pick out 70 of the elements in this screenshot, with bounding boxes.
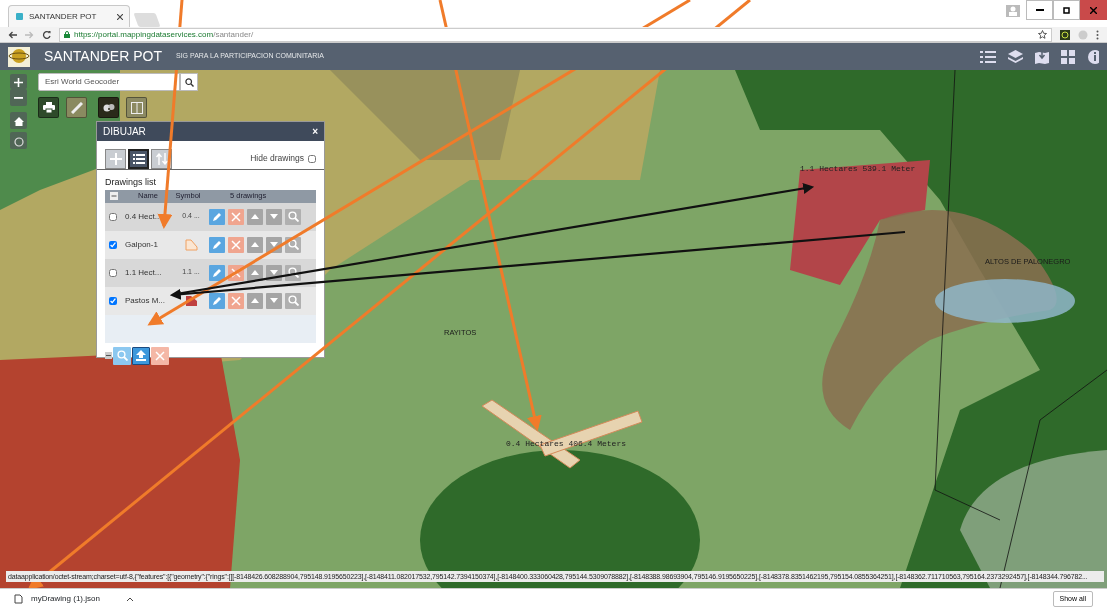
caret-icon[interactable] (125, 596, 134, 602)
circles-icon[interactable] (102, 102, 115, 113)
drawing-name: 1.1 Hect... (125, 266, 163, 279)
menu-icon[interactable] (1096, 29, 1099, 40)
row-checkbox[interactable] (109, 212, 117, 221)
caret-up-icon[interactable] (251, 242, 259, 247)
list-title: Drawings list (105, 176, 157, 189)
minus-icon[interactable] (14, 97, 23, 101)
caret-up-icon[interactable] (251, 214, 259, 219)
globe-logo-icon (8, 46, 30, 67)
draw-tools-button[interactable] (98, 97, 119, 118)
lock-icon (64, 31, 70, 38)
caret-up-icon[interactable] (251, 298, 259, 303)
move-up-button[interactable] (247, 264, 263, 281)
home-icon[interactable] (13, 117, 24, 127)
caret-down-icon[interactable] (270, 298, 278, 303)
export-button[interactable] (132, 346, 150, 365)
search-icon[interactable] (184, 77, 194, 87)
drawings-list-tab[interactable] (128, 149, 149, 169)
panel-title: DIBUJAR (103, 125, 146, 139)
profile-icon[interactable] (1006, 5, 1020, 17)
reload-icon[interactable] (42, 30, 51, 39)
browser-tab[interactable]: SANTANDER POT (8, 5, 130, 27)
grid-icon[interactable] (1061, 49, 1075, 64)
address-bar[interactable]: https://portal.mappingdataservices.com/santander/ (59, 27, 1052, 42)
row-checkbox[interactable] (109, 240, 117, 249)
app-title: SANTANDER POT (44, 47, 162, 66)
list-icon[interactable] (132, 154, 145, 164)
minimize-icon[interactable] (1035, 8, 1044, 12)
url-text: https://portal.mappingdataservices.com/santander/ (74, 28, 254, 41)
back-icon[interactable] (8, 30, 17, 39)
extension-icon[interactable] (1060, 29, 1070, 40)
star-icon[interactable] (1038, 30, 1047, 39)
polygon-symbol-icon (184, 294, 198, 307)
locate-button[interactable] (10, 132, 27, 149)
close-panel-button[interactable]: × (312, 124, 318, 139)
collapse-icon[interactable] (110, 192, 118, 200)
close-button[interactable] (1080, 0, 1107, 20)
zoom-in-button[interactable] (10, 74, 27, 89)
close-icon[interactable] (1090, 6, 1097, 14)
drawing-name: Galpon-1 (125, 238, 159, 251)
zoom-out-button[interactable] (10, 89, 27, 106)
caret-down-icon[interactable] (270, 242, 278, 247)
drawing-name: 0.4 Hect... (125, 210, 163, 223)
file-icon (14, 594, 23, 604)
collapse-icon[interactable] (105, 352, 112, 359)
row-checkbox[interactable] (109, 268, 117, 277)
hide-drawings-label: Hide drawings (250, 152, 304, 165)
map-download-icon[interactable] (1035, 49, 1049, 64)
print-button[interactable] (38, 97, 59, 118)
download-item[interactable]: myDrawing (1).json (14, 593, 134, 605)
caret-down-icon[interactable] (270, 214, 278, 219)
layers-icon[interactable] (1008, 49, 1023, 64)
minimize-button[interactable] (1026, 0, 1053, 20)
restore-button[interactable] (1053, 0, 1080, 20)
restore-icon[interactable] (1062, 6, 1071, 14)
info-icon[interactable] (1087, 49, 1099, 64)
circle-icon[interactable] (13, 136, 24, 147)
hide-drawings-checkbox[interactable] (308, 154, 316, 163)
drawing-name: Pastos M... (125, 294, 166, 307)
measurement-label: 0.4 Hectares 406.4 Meters (506, 438, 627, 450)
tab-title: SANTANDER POT (29, 10, 97, 23)
home-button[interactable] (10, 112, 27, 129)
polygon-symbol-icon (184, 238, 198, 251)
close-tab-icon[interactable] (117, 13, 123, 20)
page-icon (15, 12, 24, 21)
printer-icon[interactable] (42, 102, 55, 113)
plus-icon[interactable] (14, 78, 23, 88)
list-icon[interactable] (980, 49, 996, 64)
row-checkbox[interactable] (109, 296, 117, 305)
